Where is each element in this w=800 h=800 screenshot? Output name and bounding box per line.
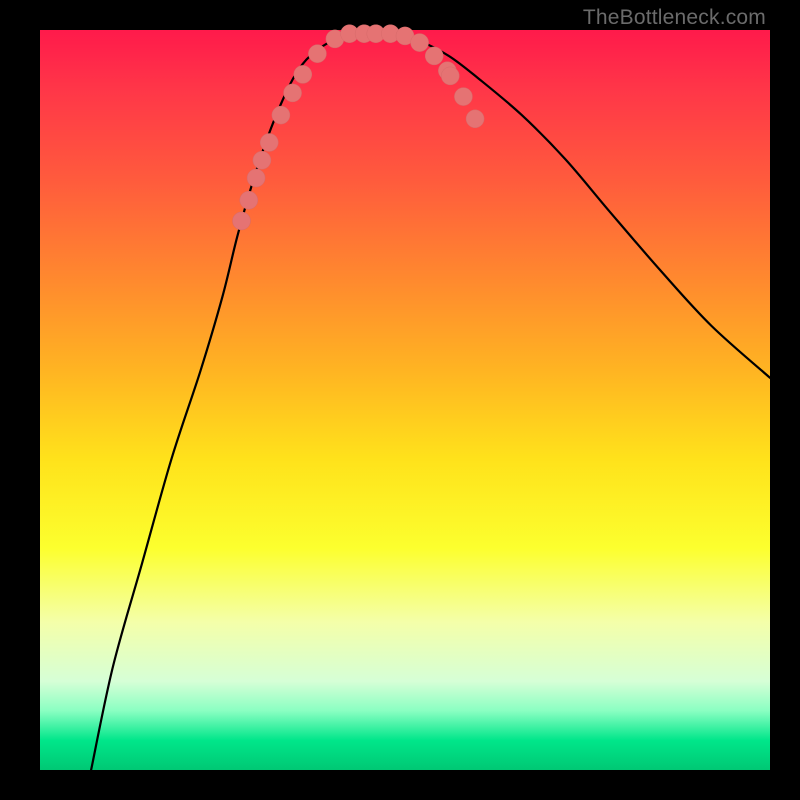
data-marker [294, 65, 312, 83]
data-marker [411, 34, 429, 52]
data-marker [425, 47, 443, 65]
data-marker [260, 133, 278, 151]
data-marker [253, 151, 271, 169]
data-marker [441, 67, 459, 85]
data-marker [240, 191, 258, 209]
plot-area [40, 30, 770, 770]
data-marker [284, 84, 302, 102]
data-marker [247, 169, 265, 187]
curve-layer [40, 30, 770, 770]
data-marker [272, 106, 290, 124]
data-marker [308, 45, 326, 63]
chart-frame: TheBottleneck.com [0, 0, 800, 800]
data-marker [454, 88, 472, 106]
data-marker [466, 110, 484, 128]
bottleneck-curve [91, 33, 770, 770]
data-marker [232, 212, 250, 230]
watermark-text: TheBottleneck.com [583, 6, 766, 30]
